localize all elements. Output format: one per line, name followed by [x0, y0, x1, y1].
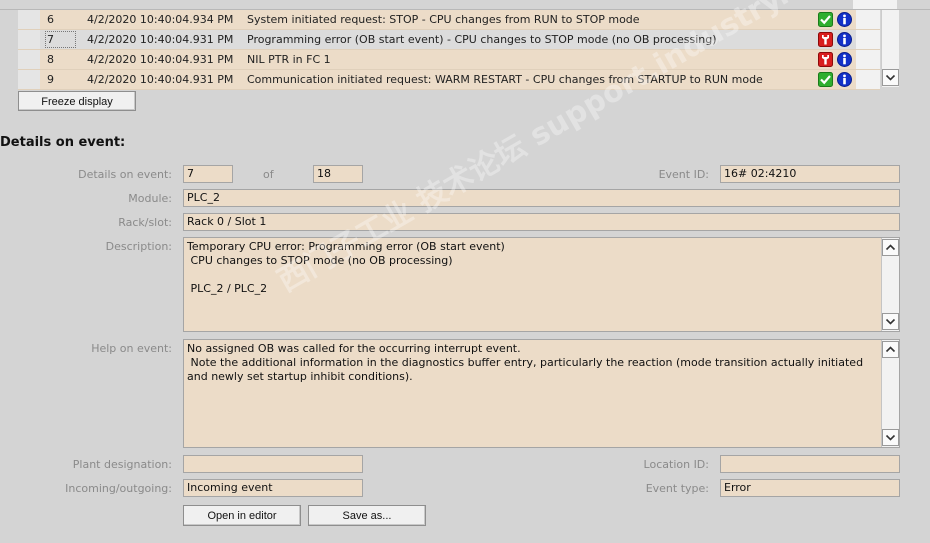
- event-row[interactable]: 6 4/2/2020 10:40:04.934 PM System initia…: [18, 10, 880, 30]
- help-text: No assigned OB was called for the occurr…: [187, 342, 864, 383]
- description-textarea[interactable]: Temporary CPU error: Programming error (…: [183, 237, 900, 332]
- top-divider: [0, 0, 930, 10]
- table-header-stub: [853, 0, 897, 9]
- red-wrench-icon: [818, 52, 833, 67]
- event-message: System initiated request: STOP - CPU cha…: [247, 13, 640, 26]
- chevron-down-icon: [885, 318, 896, 325]
- event-type-field[interactable]: Error: [720, 479, 900, 497]
- event-id-label: Event ID:: [658, 168, 709, 181]
- location-id-label: Location ID:: [643, 458, 709, 471]
- details-on-event-label: Details on event:: [78, 168, 172, 181]
- plant-designation-field[interactable]: [183, 455, 363, 473]
- event-id-field[interactable]: 16# 02:4210: [720, 165, 900, 183]
- rack-slot-label: Rack/slot:: [118, 216, 172, 229]
- event-type-label: Event type:: [645, 482, 709, 495]
- row-gutter: [18, 70, 40, 89]
- event-list-scrollbar[interactable]: [881, 10, 899, 87]
- row-end-cell: [856, 50, 880, 69]
- help-label: Help on event:: [91, 342, 172, 355]
- event-number: 7: [45, 31, 76, 48]
- event-number: 8: [47, 53, 54, 66]
- scroll-down-button[interactable]: [882, 429, 899, 446]
- event-number: 6: [47, 13, 54, 26]
- scroll-up-button[interactable]: [882, 239, 899, 256]
- event-row[interactable]: 8 4/2/2020 10:40:04.931 PM NIL PTR in FC…: [18, 50, 880, 70]
- incoming-outgoing-field[interactable]: Incoming event: [183, 479, 363, 497]
- scroll-down-button[interactable]: [882, 69, 899, 86]
- chevron-up-icon: [885, 244, 896, 251]
- green-check-icon: [818, 72, 833, 87]
- row-gutter: [18, 10, 40, 29]
- scroll-up-button[interactable]: [882, 341, 899, 358]
- chevron-down-icon: [885, 434, 896, 441]
- red-wrench-icon: [818, 32, 833, 47]
- description-label: Description:: [105, 240, 172, 253]
- details-section-title: Details on event:: [0, 135, 126, 150]
- row-gutter: [18, 30, 40, 49]
- module-label: Module:: [128, 192, 172, 205]
- incoming-outgoing-label: Incoming/outgoing:: [65, 482, 172, 495]
- save-as-button[interactable]: Save as...: [308, 505, 426, 526]
- event-number: 9: [47, 73, 54, 86]
- info-icon[interactable]: [837, 32, 852, 47]
- location-id-field[interactable]: [720, 455, 900, 473]
- event-timestamp: 4/2/2020 10:40:04.931 PM: [87, 53, 234, 66]
- event-timestamp: 4/2/2020 10:40:04.931 PM: [87, 33, 234, 46]
- event-timestamp: 4/2/2020 10:40:04.931 PM: [87, 73, 234, 86]
- event-total-field[interactable]: 18: [313, 165, 363, 183]
- row-gutter: [18, 50, 40, 69]
- green-check-icon: [818, 12, 833, 27]
- info-icon[interactable]: [837, 12, 852, 27]
- event-message: Communication initiated request: WARM RE…: [247, 73, 763, 86]
- event-number-field[interactable]: 7: [183, 165, 233, 183]
- row-end-cell: [856, 10, 880, 29]
- chevron-up-icon: [885, 346, 896, 353]
- info-icon[interactable]: [837, 72, 852, 87]
- info-icon[interactable]: [837, 52, 852, 67]
- event-list: 6 4/2/2020 10:40:04.934 PM System initia…: [18, 10, 880, 90]
- freeze-display-button[interactable]: Freeze display: [18, 91, 136, 111]
- open-in-editor-button[interactable]: Open in editor: [183, 505, 301, 526]
- plant-designation-label: Plant designation:: [72, 458, 172, 471]
- event-timestamp: 4/2/2020 10:40:04.934 PM: [87, 13, 234, 26]
- rack-slot-field[interactable]: Rack 0 / Slot 1: [183, 213, 900, 231]
- chevron-down-icon: [885, 74, 896, 81]
- event-message: Programming error (OB start event) - CPU…: [247, 33, 717, 46]
- row-end-cell: [856, 70, 880, 89]
- description-text: Temporary CPU error: Programming error (…: [187, 240, 505, 295]
- event-row[interactable]: 9 4/2/2020 10:40:04.931 PM Communication…: [18, 70, 880, 90]
- help-textarea[interactable]: No assigned OB was called for the occurr…: [183, 339, 900, 448]
- module-field[interactable]: PLC_2: [183, 189, 900, 207]
- description-scrollbar[interactable]: [881, 238, 899, 331]
- row-end-cell: [856, 30, 880, 49]
- event-row-selected[interactable]: 7 4/2/2020 10:40:04.931 PM Programming e…: [18, 30, 880, 50]
- of-label: of: [263, 168, 274, 181]
- event-message: NIL PTR in FC 1: [247, 53, 331, 66]
- help-scrollbar[interactable]: [881, 340, 899, 447]
- scroll-down-button[interactable]: [882, 313, 899, 330]
